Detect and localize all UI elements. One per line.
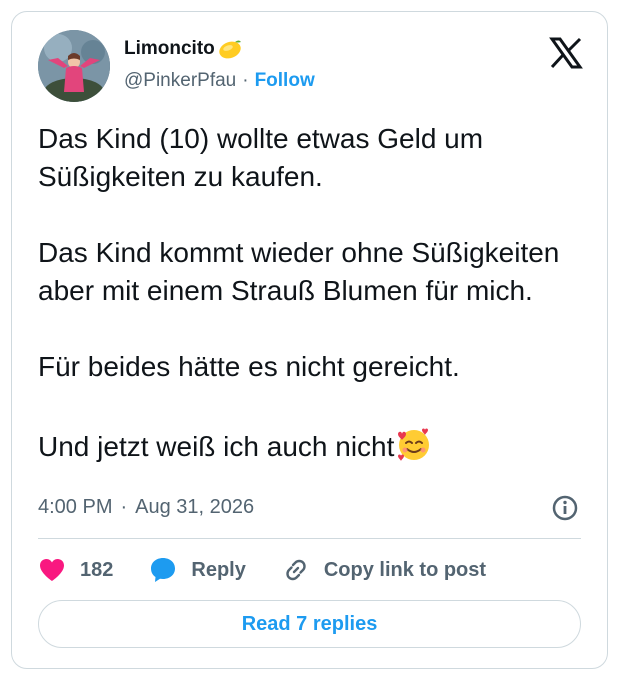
tweet-paragraph: Das Kind (10) wollte etwas Geld um Süßig… bbox=[38, 123, 484, 192]
handle-row: @PinkerPfau · Follow bbox=[124, 70, 315, 92]
tweet-paragraph: Und jetzt weiß ich auch nicht bbox=[38, 431, 395, 462]
tweet-text: Das Kind (10) wollte etwas Geld um Süßig… bbox=[38, 120, 578, 466]
copy-link-label: Copy link to post bbox=[323, 558, 487, 581]
handle-separator: · bbox=[242, 70, 249, 91]
read-replies-label: Read 7 replies bbox=[241, 612, 378, 635]
tweet-card: Limoncito @PinkerPfau · Follow Das Kind … bbox=[11, 11, 608, 669]
reply-label: Reply bbox=[191, 558, 246, 581]
x-logo-icon[interactable] bbox=[549, 36, 583, 70]
divider bbox=[38, 538, 581, 539]
info-icon[interactable] bbox=[551, 494, 579, 522]
tweet-date[interactable]: Aug 31, 2026 bbox=[135, 496, 254, 519]
like-button[interactable]: 182 bbox=[38, 557, 113, 583]
timestamp-row: 4:00 PM · Aug 31, 2026 bbox=[38, 496, 254, 519]
author-handle[interactable]: @PinkerPfau bbox=[124, 70, 236, 92]
read-replies-button[interactable]: Read 7 replies bbox=[38, 600, 581, 648]
author-display-name[interactable]: Limoncito bbox=[124, 38, 215, 60]
heart-icon bbox=[40, 559, 64, 581]
action-bar: 182 Reply Copy link to post bbox=[38, 552, 522, 588]
avatar[interactable] bbox=[38, 30, 110, 102]
tweet-paragraph: Für beides hätte es nicht gereicht. bbox=[38, 351, 460, 382]
tweet-paragraph: Das Kind kommt wieder ohne Süßigkeiten a… bbox=[38, 237, 560, 306]
reply-button[interactable]: Reply bbox=[149, 556, 246, 584]
like-count: 182 bbox=[80, 558, 114, 581]
avatar-image bbox=[38, 30, 110, 102]
author-name-row: Limoncito bbox=[124, 38, 243, 60]
timestamp-separator: · bbox=[120, 496, 128, 518]
smiling-face-with-hearts-emoji bbox=[394, 424, 434, 464]
lemon-emoji bbox=[217, 38, 243, 60]
tweet-paragraph-last: Und jetzt weiß ich auch nicht bbox=[38, 424, 578, 466]
copy-link-button[interactable]: Copy link to post bbox=[282, 556, 486, 584]
reply-bubble-icon bbox=[151, 558, 176, 582]
follow-button[interactable]: Follow bbox=[255, 70, 315, 92]
tweet-time[interactable]: 4:00 PM bbox=[38, 496, 112, 519]
link-icon bbox=[286, 559, 306, 581]
